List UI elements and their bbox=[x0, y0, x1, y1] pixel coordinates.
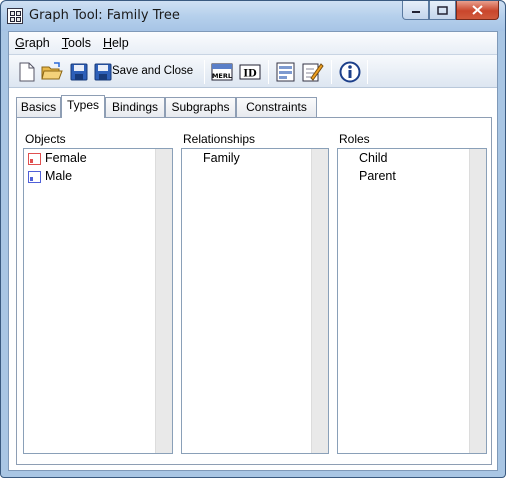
relationships-list[interactable]: Family bbox=[181, 148, 329, 454]
app-icon[interactable] bbox=[7, 8, 23, 24]
menu-tools[interactable]: Tools bbox=[62, 36, 91, 50]
list-item[interactable]: Family bbox=[203, 151, 240, 165]
title-bar[interactable]: Graph Tool: Family Tree bbox=[1, 1, 505, 31]
relationships-scrollbar[interactable] bbox=[311, 149, 328, 453]
open-folder-icon[interactable] bbox=[41, 61, 63, 83]
list-item-label: Male bbox=[45, 169, 73, 183]
info-icon[interactable] bbox=[339, 61, 361, 83]
objects-list[interactable]: Female Male bbox=[23, 148, 173, 454]
female-type-icon bbox=[28, 153, 41, 165]
types-tab-panel: Objects Female Male Relationships Family… bbox=[16, 117, 492, 465]
list-item[interactable]: Child bbox=[359, 151, 388, 165]
save-and-close-button[interactable]: Save and Close bbox=[112, 65, 193, 77]
merl-icon[interactable]: MERL bbox=[211, 61, 233, 83]
roles-scrollbar[interactable] bbox=[469, 149, 486, 453]
window-title: Graph Tool: Family Tree bbox=[29, 8, 180, 23]
properties-form-icon[interactable] bbox=[275, 61, 297, 83]
client-area: Graph Tools Help Save and Close MERL ID … bbox=[8, 31, 498, 471]
save-icon[interactable] bbox=[69, 61, 89, 83]
tab-types[interactable]: Types bbox=[61, 95, 105, 118]
minimize-button[interactable] bbox=[402, 1, 429, 20]
maximize-icon bbox=[437, 5, 448, 15]
list-item[interactable]: Parent bbox=[359, 169, 396, 183]
toolbar-separator bbox=[367, 60, 368, 84]
tab-bindings[interactable]: Bindings bbox=[105, 97, 165, 118]
list-item-label: Female bbox=[45, 151, 87, 165]
app-window: Graph Tool: Family Tree Graph Tools Help bbox=[0, 0, 506, 478]
tab-constraints[interactable]: Constraints bbox=[236, 97, 317, 118]
roles-label: Roles bbox=[339, 132, 370, 146]
save-and-close-icon[interactable] bbox=[93, 61, 113, 83]
svg-text:ID: ID bbox=[243, 69, 257, 80]
toolbar-separator bbox=[331, 60, 332, 84]
relationships-label: Relationships bbox=[183, 132, 256, 146]
menu-bar: Graph Tools Help bbox=[9, 32, 497, 54]
toolbar: Save and Close MERL ID bbox=[9, 54, 497, 88]
tab-basics[interactable]: Basics bbox=[16, 97, 61, 118]
svg-text:MERL: MERL bbox=[212, 72, 232, 80]
toolbar-separator bbox=[204, 60, 205, 84]
window-controls bbox=[402, 1, 499, 21]
close-icon bbox=[472, 5, 483, 15]
maximize-button[interactable] bbox=[429, 1, 456, 20]
roles-list[interactable]: Child Parent bbox=[337, 148, 487, 454]
toolbar-separator bbox=[268, 60, 269, 84]
id-icon[interactable]: ID bbox=[239, 61, 261, 83]
edit-pencil-icon[interactable] bbox=[301, 61, 325, 83]
minimize-icon bbox=[411, 11, 420, 13]
menu-help[interactable]: Help bbox=[103, 36, 129, 50]
close-button[interactable] bbox=[456, 1, 499, 20]
objects-scrollbar[interactable] bbox=[155, 149, 172, 453]
tab-subgraphs[interactable]: Subgraphs bbox=[165, 97, 236, 118]
menu-graph[interactable]: Graph bbox=[15, 36, 50, 50]
objects-label: Objects bbox=[25, 132, 66, 146]
male-type-icon bbox=[28, 171, 41, 183]
new-file-icon[interactable] bbox=[17, 61, 37, 83]
